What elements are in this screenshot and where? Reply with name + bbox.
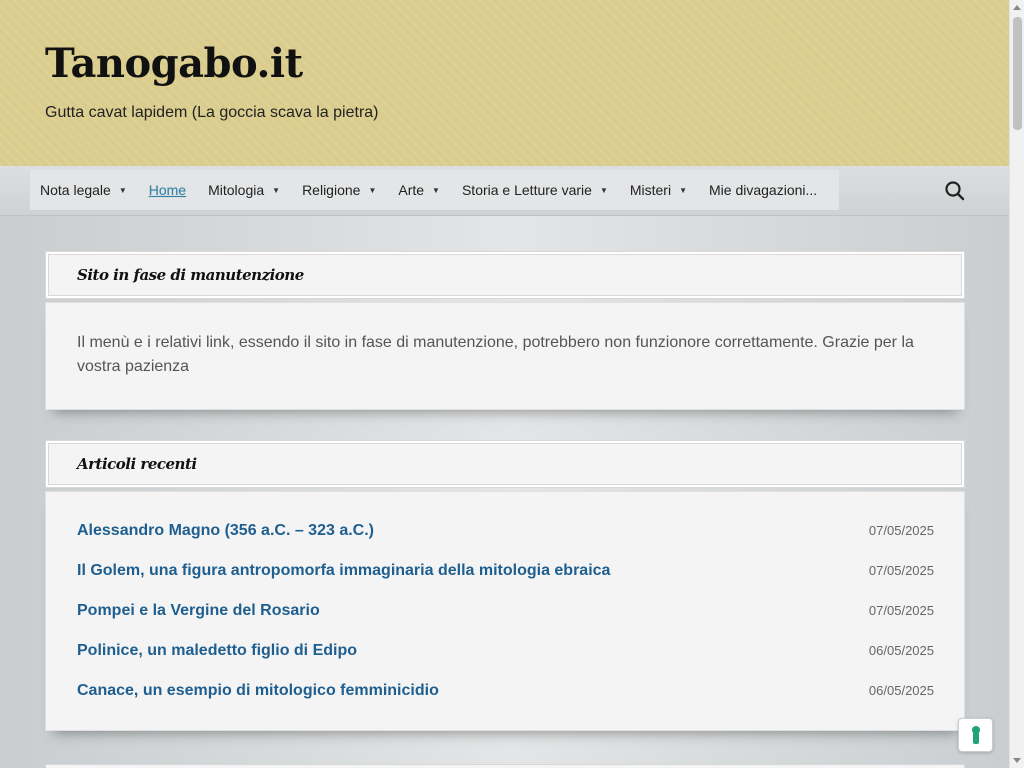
search-icon [945, 181, 965, 201]
nav-item-mitologia[interactable]: Mitologia ▼ [198, 170, 292, 210]
post-date: 06/05/2025 [868, 683, 934, 698]
list-item: Il Golem, una figura antropomorfa immagi… [77, 550, 934, 590]
post-date: 07/05/2025 [868, 523, 934, 538]
site-header: Tanogabo.it Gutta cavat lapidem (La gocc… [0, 0, 1009, 166]
widget-body: Alessandro Magno (356 a.C. – 323 a.C.) 0… [45, 491, 965, 731]
nav-item-label: Nota legale [40, 182, 111, 198]
recent-posts-list: Alessandro Magno (356 a.C. – 323 a.C.) 0… [46, 492, 964, 730]
privacy-lock-icon [971, 726, 980, 744]
widget-title: Articoli recenti [77, 455, 197, 473]
post-date: 06/05/2025 [868, 643, 934, 658]
recent-post-link[interactable]: Alessandro Magno (356 a.C. – 323 a.C.) [77, 522, 374, 540]
caret-down-icon: ▼ [599, 185, 608, 195]
post-date: 07/05/2025 [868, 603, 934, 618]
nav-item-label: Home [148, 182, 187, 198]
caret-down-icon: ▼ [679, 185, 688, 195]
widget-body: Il menù e i relativi link, essendo il si… [45, 302, 965, 410]
nav-item-divagazioni[interactable]: Mie divagazioni... [699, 170, 829, 210]
nav-item-nota-legale[interactable]: Nota legale ▼ [30, 170, 139, 210]
caret-down-icon: ▼ [272, 185, 281, 195]
caret-down-icon: ▼ [432, 185, 440, 195]
nav-item-arte[interactable]: Arte ▼ [388, 170, 452, 210]
post-date: 07/05/2025 [868, 563, 934, 578]
nav-item-label: Arte [398, 182, 425, 198]
recent-post-link[interactable]: Polinice, un maledetto figlio di Edipo [77, 642, 357, 660]
site-title[interactable]: Tanogabo.it [45, 40, 303, 87]
recent-post-link[interactable]: Pompei e la Vergine del Rosario [77, 602, 320, 620]
list-item: Alessandro Magno (356 a.C. – 323 a.C.) 0… [77, 510, 934, 550]
scrollbar-thumb[interactable] [1013, 17, 1022, 130]
page: Tanogabo.it Gutta cavat lapidem (La gocc… [0, 0, 1009, 768]
list-item: Canace, un esempio di mitologico femmini… [77, 670, 934, 710]
nav-item-misteri[interactable]: Misteri ▼ [620, 170, 699, 210]
scroll-down-arrow-icon[interactable] [1013, 758, 1021, 763]
recent-post-link[interactable]: Il Golem, una figura antropomorfa immagi… [77, 562, 610, 580]
widget-title-box: Articoli recenti [45, 440, 965, 488]
caret-down-icon: ▼ [118, 185, 127, 195]
maintenance-text: Il menù e i relativi link, essendo il si… [77, 334, 914, 375]
nav-item-label: Mitologia [208, 182, 265, 198]
site-tagline: Gutta cavat lapidem (La goccia scava la … [45, 104, 379, 121]
recent-post-link[interactable]: Canace, un esempio di mitologico femmini… [77, 682, 439, 700]
nav-item-label: Religione [302, 182, 361, 198]
maintenance-widget: Sito in fase di manutenzione Il menù e i… [45, 251, 965, 410]
nav-item-label: Misteri [629, 182, 672, 198]
caret-down-icon: ▼ [368, 185, 377, 195]
nav-item-storia[interactable]: Storia e Letture varie ▼ [452, 170, 620, 210]
nav-item-home[interactable]: Home [139, 170, 198, 210]
nav-item-religione[interactable]: Religione ▼ [292, 170, 388, 210]
privacy-settings-button[interactable] [958, 718, 993, 752]
nav-item-label: Storia e Letture varie [461, 182, 592, 198]
nav-menu: Nota legale ▼ Home Mitologia ▼ Religione… [30, 170, 840, 210]
widget-title-box: Sito in fase di manutenzione [45, 251, 965, 299]
widget-title: Sito in fase di manutenzione [77, 266, 304, 284]
next-widget-edge [45, 764, 965, 768]
vertical-scrollbar[interactable] [1009, 0, 1024, 768]
nav-item-label: Mie divagazioni... [709, 182, 818, 198]
main-navigation: Nota legale ▼ Home Mitologia ▼ Religione… [0, 166, 1009, 216]
list-item: Polinice, un maledetto figlio di Edipo 0… [77, 630, 934, 670]
list-item: Pompei e la Vergine del Rosario 07/05/20… [77, 590, 934, 630]
scroll-up-arrow-icon[interactable] [1013, 5, 1021, 10]
search-button[interactable] [944, 180, 966, 202]
recent-posts-widget: Articoli recenti Alessandro Magno (356 a… [45, 440, 965, 731]
